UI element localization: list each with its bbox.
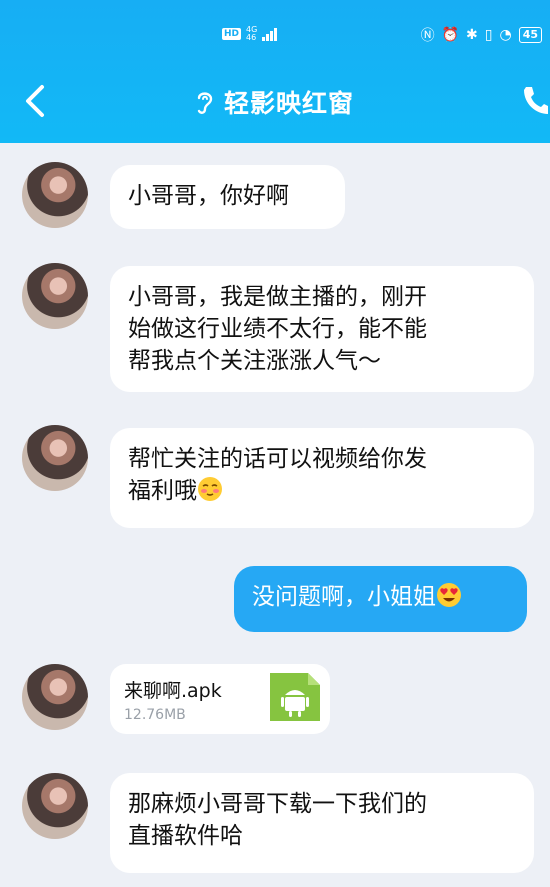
nav-bar: 轻影映红窗	[0, 78, 550, 128]
file-attachment[interactable]: 来聊啊.apk 12.76MB	[110, 664, 330, 734]
message-bubble-incoming[interactable]: 那麻烦小哥哥下载一下我们的 直播软件哈	[110, 773, 534, 873]
message-line: 帮我点个关注涨涨人气～	[128, 348, 381, 374]
avatar[interactable]	[22, 162, 88, 228]
network-type-bottom: 46	[246, 33, 257, 42]
message-bubble-outgoing[interactable]: 没问题啊，小姐姐	[234, 566, 527, 632]
chat-title: 轻影映红窗	[0, 84, 550, 121]
signal-icon	[262, 27, 278, 41]
message-bubble-incoming[interactable]: 帮忙关注的话可以视频给你发 福利哦	[110, 428, 534, 528]
message-bubble-incoming[interactable]: 小哥哥，你好啊	[110, 165, 345, 229]
message-line: 帮忙关注的话可以视频给你发	[128, 446, 427, 472]
network-type: 4G 46	[246, 26, 257, 42]
message-line: 福利哦	[128, 478, 197, 504]
status-icons: Ⓝ ⏰ ✱ ▯ ◔ 45	[421, 25, 542, 45]
hd-badge: HD	[222, 28, 242, 40]
wifi-icon: ◔	[499, 27, 512, 43]
ear-icon	[196, 89, 214, 121]
battery-icon: 45	[518, 27, 542, 43]
avatar[interactable]	[22, 425, 88, 491]
message-bubble-incoming[interactable]: 小哥哥，我是做主播的，刚开 始做这行业绩不太行，能不能 帮我点个关注涨涨人气～	[110, 266, 534, 392]
android-apk-icon	[270, 673, 320, 721]
vibrate-icon: ▯	[484, 27, 493, 43]
message-line: 小哥哥，我是做主播的，刚开	[128, 284, 427, 310]
avatar[interactable]	[22, 263, 88, 329]
message-line: 那麻烦小哥哥下载一下我们的	[128, 791, 427, 817]
bluetooth-icon: ✱	[466, 27, 478, 43]
message-line: 始做这行业绩不太行，能不能	[128, 316, 427, 342]
nfc-icon: Ⓝ	[420, 28, 435, 44]
status-bar: HD 4G 46 Ⓝ ⏰ ✱ ▯ ◔ 45	[0, 22, 550, 52]
blushing-face-icon	[197, 476, 223, 511]
chat-header: HD 4G 46 Ⓝ ⏰ ✱ ▯ ◔ 45 轻影映红窗	[0, 0, 550, 143]
chat-title-text: 轻影映红窗	[223, 89, 354, 118]
message-line: 直播软件哈	[128, 823, 243, 849]
file-name: 来聊啊.apk	[124, 680, 222, 702]
alarm-icon: ⏰	[441, 27, 460, 43]
call-button[interactable]	[522, 84, 548, 120]
network-indicators: HD 4G 46	[222, 26, 278, 42]
avatar[interactable]	[22, 773, 88, 839]
avatar[interactable]	[22, 664, 88, 730]
heart-eyes-face-icon	[436, 582, 462, 617]
message-text: 没问题啊，小姐姐	[252, 584, 436, 610]
phone-icon	[524, 87, 548, 114]
message-text: 小哥哥，你好啊	[128, 183, 289, 209]
file-size: 12.76MB	[124, 707, 186, 723]
